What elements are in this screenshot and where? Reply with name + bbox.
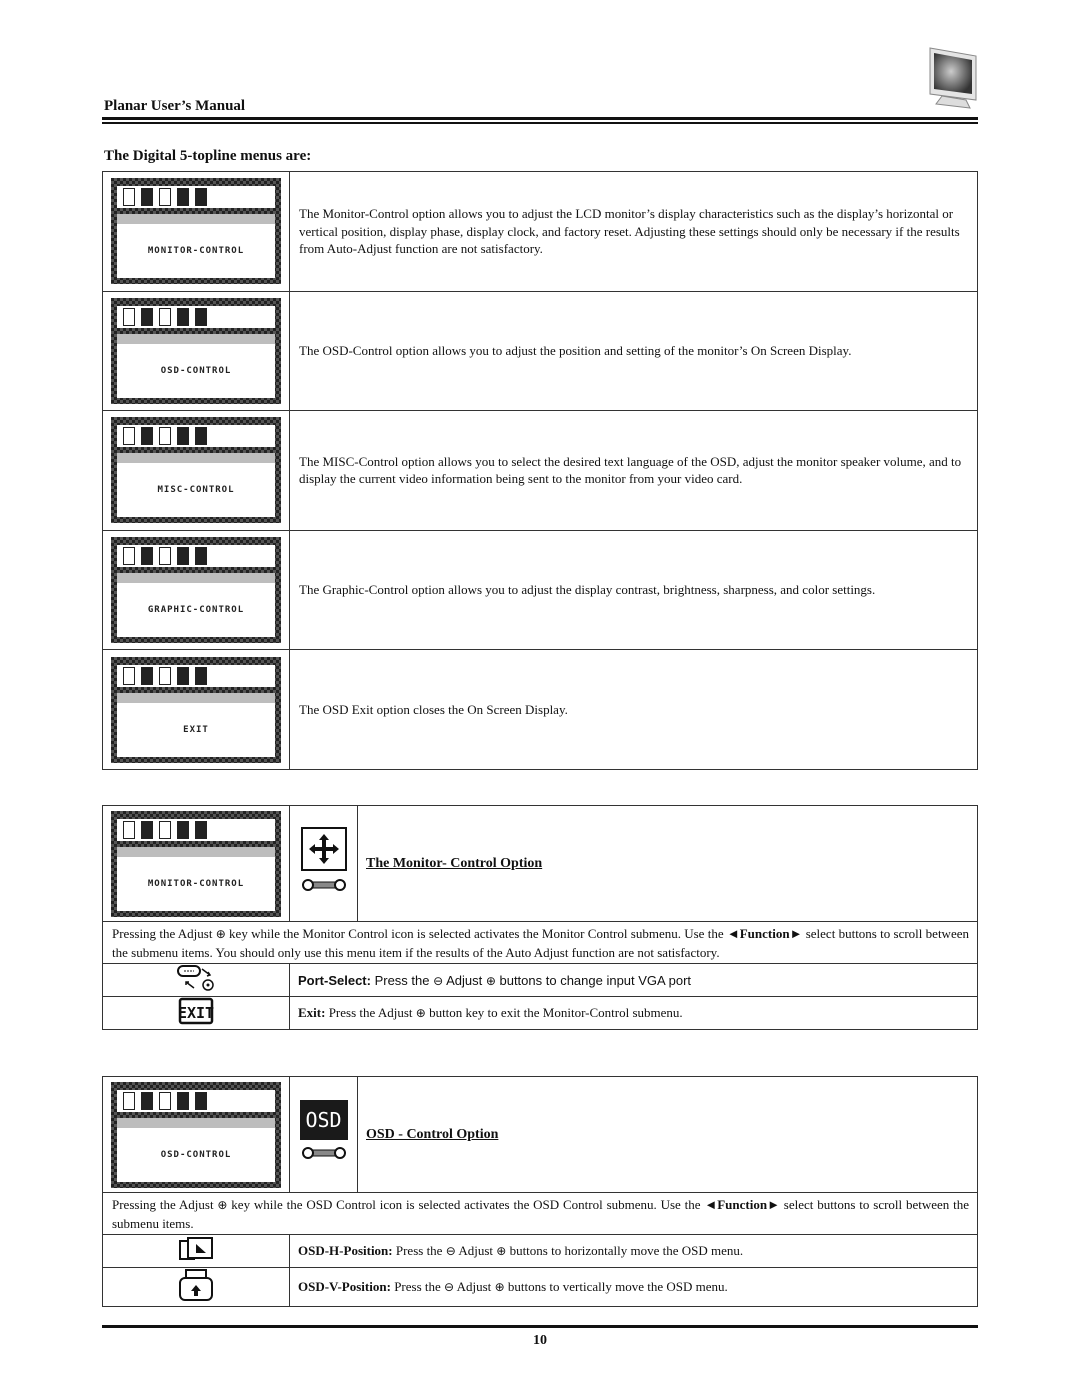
wrench-icon (301, 1146, 346, 1159)
osd-thumbnail-cell: MONITOR-CONTROL (102, 805, 290, 922)
topline-menu-row: OSD-CONTROL The OSD-Control option allows… (102, 290, 978, 412)
menu-description: The Graphic-Control option allows you to… (289, 529, 978, 651)
osd-menu-thumbnail: MISC-CONTROL (111, 417, 281, 524)
exit-item: Exit: Press the Adjust ⊕ button key to e… (289, 996, 978, 1030)
wrench-icon (301, 878, 346, 891)
osd-label: OSD-CONTROL (117, 1127, 275, 1182)
footer-rule (102, 1325, 978, 1328)
osd-thumbnail-cell: EXIT (102, 649, 290, 770)
osd-thumbnail-cell: OSD-CONTROL (102, 1076, 290, 1193)
topline-menu-row: MISC-CONTROL The MISC-Control option allo… (102, 410, 978, 531)
section-heading: OSD - Control Option (357, 1076, 978, 1193)
osd-label: GRAPHIC-CONTROL (117, 583, 275, 638)
osd-v-position-icon (102, 1267, 290, 1307)
monitor-control-description: Pressing the Adjust ⊕ key while the Moni… (102, 921, 978, 964)
exit-icon: EXIT (102, 996, 290, 1030)
osd-control-table: OSD-CONTROL OSD OSD - Control Option Pre… (102, 1076, 978, 1307)
monitor-control-icon-cell (289, 805, 358, 922)
osd-icon: OSD (299, 1099, 348, 1140)
manual-title: Planar User’s Manual (104, 98, 246, 114)
osd-menu-thumbnail: OSD-CONTROL (111, 297, 281, 404)
topline-menu-row: MONITOR-CONTROL The Monitor-Control optio… (102, 171, 978, 292)
topline-menu-row: EXIT The OSD Exit option closes the On Sc… (102, 649, 978, 770)
page-number: 10 (533, 1333, 547, 1348)
osd-label: MISC-CONTROL (117, 463, 275, 518)
svg-text:EXIT: EXIT (178, 1004, 214, 1022)
osd-label: MONITOR-CONTROL (117, 856, 275, 911)
osd-label: EXIT (117, 702, 275, 757)
menu-description: The Monitor-Control option allows you to… (289, 171, 978, 292)
osd-label: MONITOR-CONTROL (117, 224, 275, 279)
menu-description: The OSD Exit option closes the On Screen… (289, 649, 978, 770)
osd-control-icon-cell: OSD (289, 1076, 358, 1193)
menu-description: The MISC-Control option allows you to se… (289, 410, 978, 531)
header-rule (102, 117, 978, 120)
osd-label: OSD-CONTROL (117, 343, 275, 398)
osd-thumbnail-cell: MONITOR-CONTROL (102, 171, 290, 292)
osd-h-position-item: OSD-H-Position: Press the ⊖ Adjust ⊕ but… (289, 1234, 978, 1268)
menu-description: The OSD-Control option allows you to adj… (289, 290, 978, 412)
section-title: The Digital 5-topline menus are: (104, 148, 312, 164)
topline-menu-row: GRAPHIC-CONTROL The Graphic-Control optio… (102, 529, 978, 651)
osd-menu-thumbnail: GRAPHIC-CONTROL (111, 537, 281, 644)
osd-menu-thumbnail: MONITOR-CONTROL (111, 810, 281, 917)
osd-thumbnail-cell: GRAPHIC-CONTROL (102, 529, 290, 651)
osd-menu-thumbnail: OSD-CONTROL (111, 1081, 281, 1188)
osd-menu-thumbnail: EXIT (111, 656, 281, 763)
lcd-monitor-icon (929, 47, 977, 109)
osd-control-description: Pressing the Adjust ⊕ key while the OSD … (102, 1192, 978, 1235)
section-heading: The Monitor- Control Option (357, 805, 978, 922)
osd-thumbnail-cell: MISC-CONTROL (102, 410, 290, 531)
osd-v-position-item: OSD-V-Position: Press the ⊖ Adjust ⊕ but… (289, 1267, 978, 1307)
header-rule (102, 122, 978, 124)
monitor-control-table: MONITOR-CONTROL The Monitor- Control Opt… (102, 805, 978, 1030)
topline-menus-table: MONITOR-CONTROL The Monitor-Control optio… (102, 171, 978, 770)
osd-menu-thumbnail: MONITOR-CONTROL (111, 178, 281, 285)
port-select-icon (102, 963, 290, 997)
port-select-item: Port-Select: Press the ⊖ Adjust ⊕ button… (289, 963, 978, 997)
osd-thumbnail-cell: OSD-CONTROL (102, 290, 290, 412)
osd-h-position-icon (102, 1234, 290, 1268)
move-arrows-icon (300, 826, 347, 891)
